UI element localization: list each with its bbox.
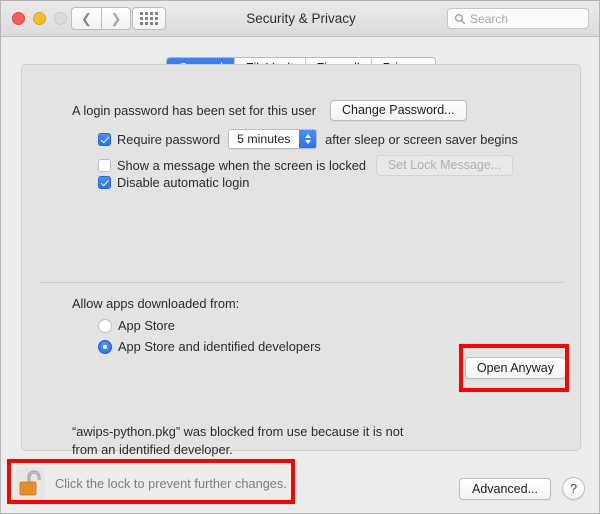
allow-apps-heading: Allow apps downloaded from:	[72, 296, 239, 311]
require-password-checkbox[interactable]	[98, 132, 111, 146]
disable-automatic-login-row[interactable]: Disable automatic login	[98, 175, 249, 190]
show-lock-message-checkbox[interactable]	[98, 159, 111, 172]
search-icon	[455, 13, 466, 24]
security-privacy-window: ❮ ❯ Security & Privacy General F	[0, 0, 600, 514]
radio-row-app-store-and-identified-developers[interactable]: App Store and identified developers	[98, 339, 321, 354]
blocked-app-message: “awips-python.pkg” was blocked from use …	[72, 424, 404, 457]
require-password-row[interactable]: Require password 5 minutes after sleep o…	[98, 129, 518, 149]
help-button[interactable]: ?	[562, 477, 585, 500]
lock-caption: Click the lock to prevent further change…	[55, 475, 287, 491]
disable-automatic-login-label: Disable automatic login	[117, 175, 250, 190]
show-lock-message-row[interactable]: Show a message when the screen is locked…	[98, 155, 514, 176]
allow-apps-label: Allow apps downloaded from:	[72, 296, 240, 311]
search-input[interactable]	[470, 11, 582, 26]
unlocked-padlock-icon[interactable]	[15, 467, 45, 499]
open-anyway-button[interactable]: Open Anyway	[464, 357, 566, 379]
section-divider	[40, 282, 564, 283]
app-store-identified-developers-radio[interactable]	[98, 339, 112, 354]
advanced-button[interactable]: Advanced...	[458, 478, 551, 500]
disable-automatic-login-checkbox[interactable]	[98, 176, 111, 189]
stepper-arrows-icon[interactable]	[299, 130, 317, 148]
titlebar: ❮ ❯ Security & Privacy	[1, 1, 599, 37]
require-password-delay-popup[interactable]: 5 minutes	[228, 129, 318, 149]
login-password-label: A login password has been set for this u…	[72, 103, 316, 118]
search-field[interactable]	[447, 8, 589, 29]
require-password-delay-value: 5 minutes	[237, 132, 291, 146]
general-pane: A login password has been set for this u…	[21, 64, 581, 457]
app-store-identified-developers-label: App Store and identified developers	[118, 339, 321, 354]
require-password-suffix-label: after sleep or screen saver begins	[325, 131, 518, 147]
set-lock-message-button[interactable]: Set Lock Message...	[375, 155, 514, 176]
change-password-button[interactable]: Change Password...	[330, 100, 467, 121]
lock-row[interactable]: Click the lock to prevent further change…	[15, 467, 287, 499]
login-password-row: A login password has been set for this u…	[72, 100, 467, 121]
app-store-label: App Store	[118, 318, 175, 333]
require-password-label: Require password	[117, 131, 221, 147]
show-lock-message-label: Show a message when the screen is locked	[117, 158, 366, 173]
app-store-radio[interactable]	[98, 318, 112, 333]
radio-row-app-store[interactable]: App Store	[98, 318, 175, 333]
